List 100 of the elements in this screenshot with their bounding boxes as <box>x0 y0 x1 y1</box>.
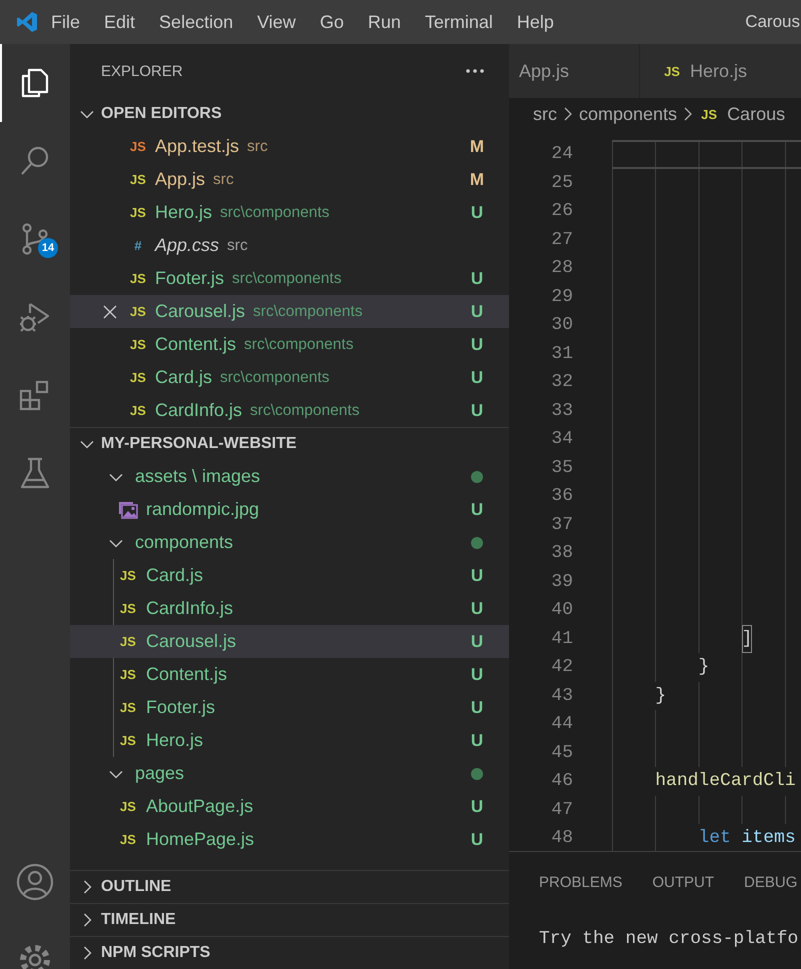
line-number: 35 <box>550 456 573 480</box>
git-status: U <box>470 566 484 586</box>
line-number: 45 <box>550 742 573 764</box>
source-control-button[interactable]: 14 <box>0 200 70 278</box>
open-editor-item[interactable]: JS Carousel.js src\components U <box>70 295 509 328</box>
line-number: 44 <box>550 713 573 736</box>
file-type-icon: JS <box>118 832 138 847</box>
line-number: 30 <box>550 314 573 337</box>
file-path: src\components <box>232 270 342 288</box>
file-name: Carousel.js <box>155 301 246 322</box>
file-name: Content.js <box>155 334 236 355</box>
explorer-tree-row[interactable]: JS HomePage.js U <box>70 823 509 856</box>
menu-item[interactable]: Selection <box>147 0 246 44</box>
file-path: src\components <box>220 204 330 222</box>
file-type-icon: JS <box>128 370 148 385</box>
git-status: U <box>470 500 484 520</box>
line-number: 27 <box>550 228 573 252</box>
file-path: src\components <box>244 336 354 354</box>
git-status: M <box>468 170 486 190</box>
open-editor-item[interactable]: JS Hero.js src\components U <box>70 196 509 229</box>
folder-tree-row[interactable]: assets \ images <box>70 460 509 493</box>
code-token: } <box>655 682 666 710</box>
git-status: U <box>470 334 484 354</box>
git-status: U <box>470 202 484 222</box>
file-name: Carousel.js <box>146 631 236 652</box>
menu-item[interactable]: Help <box>504 0 566 44</box>
editor-tab[interactable]: JS Hero.js <box>640 44 801 98</box>
open-editor-item[interactable]: JS Card.js src\components U <box>70 361 509 394</box>
section-header[interactable]: OPEN EDITORS <box>70 98 509 130</box>
line-number: 48 <box>550 827 573 850</box>
notification-badge: 14 <box>38 238 58 258</box>
line-number: 39 <box>550 570 573 594</box>
menu-item[interactable]: File <box>39 0 92 44</box>
git-status: U <box>470 730 484 750</box>
code-token: ] <box>742 624 752 653</box>
file-name: Footer.js <box>146 697 216 718</box>
section-header[interactable]: MY-PERSONAL-WEBSITE <box>70 427 509 460</box>
folder-tree-row[interactable]: pages <box>70 757 509 790</box>
folder-tree-row[interactable]: components <box>70 526 509 559</box>
explorer-tree-row[interactable]: randompic.jpg U <box>70 493 509 526</box>
file-type-icon: JS <box>662 64 682 78</box>
line-number: 28 <box>550 257 573 280</box>
git-status: U <box>470 698 484 718</box>
file-name: HomePage.js <box>146 829 254 850</box>
app-logo-icon <box>16 11 38 33</box>
file-type-icon: JS <box>118 601 138 616</box>
section-header[interactable]: TIMELINE <box>70 903 509 936</box>
editor-tab[interactable]: App.js <box>509 44 640 98</box>
menu-item[interactable]: Run <box>356 0 413 44</box>
more-actions-icon[interactable] <box>465 68 485 74</box>
panel-tab[interactable]: PROBLEMS <box>539 871 622 893</box>
chevron-right-icon <box>683 106 694 122</box>
line-number: 29 <box>550 286 573 308</box>
menu-item[interactable]: View <box>245 0 308 44</box>
file-name: Hero.js <box>155 202 212 223</box>
file-type-icon: JS <box>128 337 148 352</box>
file-type-icon: JS <box>118 799 138 814</box>
open-editor-item[interactable]: JS App.test.js src M <box>70 130 509 163</box>
menu-item[interactable]: Edit <box>92 0 148 44</box>
close-icon[interactable] <box>103 304 117 318</box>
file-name: Card.js <box>146 565 204 586</box>
explorer-tree-row[interactable]: JS Footer.js U <box>70 691 509 724</box>
open-editor-item[interactable]: JS Content.js src\components U <box>70 328 509 361</box>
menu-item[interactable]: Go <box>308 0 356 44</box>
explorer-tree-row[interactable]: JS AboutPage.js U <box>70 790 509 823</box>
file-type-icon: JS <box>699 106 720 122</box>
breadcrumb-item[interactable]: components <box>579 104 678 124</box>
explorer-tree-row[interactable]: JS Hero.js U <box>70 724 509 757</box>
panel-tab[interactable]: DEBUG <box>744 871 798 893</box>
menu-item[interactable]: Terminal <box>412 0 505 44</box>
explorer-tree-row[interactable]: JS Card.js U <box>70 559 509 592</box>
line-number: 33 <box>550 400 573 422</box>
file-name: CardInfo.js <box>146 598 234 619</box>
line-number: 40 <box>550 599 573 622</box>
file-type-icon: JS <box>128 304 148 319</box>
line-number: 36 <box>550 485 573 508</box>
line-number: 37 <box>550 514 573 536</box>
file-name: App.test.js <box>155 136 240 157</box>
file-name: randompic.jpg <box>146 499 260 520</box>
breadcrumb-item[interactable]: JS Carous <box>699 104 786 124</box>
window-title: Carous <box>745 12 801 32</box>
code-token: } <box>698 653 710 682</box>
explorer-tree-row[interactable]: JS Carousel.js U <box>70 625 509 658</box>
line-number: 47 <box>550 798 573 822</box>
explorer-tree-row[interactable]: JS Content.js U <box>70 658 509 691</box>
breadcrumb-item[interactable]: src <box>533 104 557 124</box>
open-editor-item[interactable]: JS CardInfo.js src\components U <box>70 394 509 427</box>
file-type-icon: JS <box>128 172 148 187</box>
file-path: src <box>247 138 268 156</box>
section-header[interactable]: NPM SCRIPTS <box>70 936 509 969</box>
line-number: 42 <box>550 656 573 679</box>
open-editor-item[interactable]: JS Footer.js src\components U <box>70 262 509 295</box>
panel-tab[interactable]: OUTPUT <box>652 871 714 893</box>
open-editor-item[interactable]: JS App.js src M <box>70 163 509 196</box>
section-header[interactable]: OUTLINE <box>70 870 509 903</box>
line-number: 25 <box>550 172 573 194</box>
explorer-tree-row[interactable]: JS CardInfo.js U <box>70 592 509 625</box>
line-number: 43 <box>550 684 573 708</box>
open-editor-item[interactable]: # App.css src <box>70 229 509 262</box>
line-number: 41 <box>550 628 573 650</box>
